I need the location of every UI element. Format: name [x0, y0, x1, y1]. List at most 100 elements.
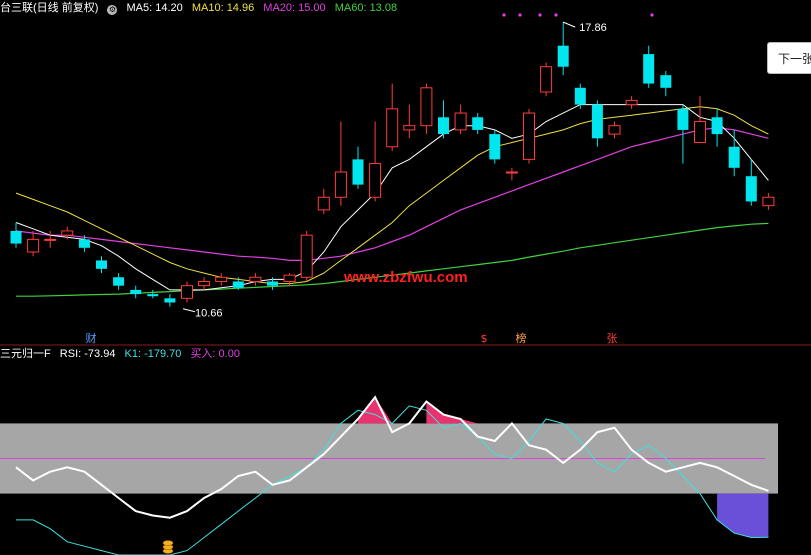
candle-body — [113, 277, 125, 286]
candle — [608, 121, 621, 139]
top-marker-dot — [650, 13, 654, 17]
candle — [164, 294, 176, 307]
candle — [625, 96, 638, 109]
watermark-text: www.zbzfwu.com — [343, 269, 468, 286]
low-arrow — [182, 308, 196, 313]
high-price-label: 17.86 — [579, 22, 607, 34]
candle-body — [454, 112, 467, 131]
k1-label: K1: -179.70 — [124, 348, 182, 360]
candle-body — [745, 176, 757, 202]
oversold-fill — [717, 493, 769, 538]
candle-body — [557, 45, 569, 67]
candle — [454, 104, 467, 135]
candle — [113, 273, 125, 290]
candle-body — [267, 281, 278, 286]
candle — [300, 230, 313, 282]
candle-body — [27, 238, 40, 253]
event-marker: 张 — [607, 332, 618, 345]
top-marker-dot — [502, 13, 506, 17]
top-marker-dot — [538, 13, 542, 17]
event-marker: 财 — [86, 331, 97, 345]
stock-chart: 17.86 10.66 www.zbzfwu.com 财 $ 榜 张 — [0, 13, 811, 555]
candle-body — [249, 276, 262, 282]
candle — [438, 100, 449, 139]
candle-body — [403, 125, 416, 131]
candle-body — [523, 112, 535, 160]
candle-body — [10, 230, 22, 244]
candle — [489, 129, 501, 164]
candle — [660, 70, 672, 97]
next-chart-button[interactable]: 下一张 — [767, 42, 811, 74]
candle — [334, 121, 347, 206]
candle-body — [198, 280, 211, 287]
candle — [130, 285, 142, 299]
candle-body — [334, 171, 347, 198]
ma5-label: MA5: 14.20 — [126, 2, 183, 14]
candle-body — [728, 146, 740, 168]
high-arrow — [563, 21, 576, 28]
candle — [198, 277, 211, 290]
candle-body — [283, 274, 296, 282]
candle-body — [660, 75, 672, 88]
buy-signal-icon — [162, 540, 174, 554]
ma20-label: MA20: 15.00 — [263, 2, 326, 14]
candle — [505, 167, 518, 181]
ma60-label: MA60: 13.08 — [334, 2, 398, 14]
candle-body — [677, 108, 689, 130]
candle-body — [540, 66, 553, 93]
candle — [420, 83, 433, 135]
candle-body — [96, 260, 107, 269]
candle — [762, 193, 775, 210]
candle-body — [369, 163, 382, 198]
candle — [403, 104, 416, 139]
candle-body — [44, 238, 57, 241]
candle — [10, 222, 22, 248]
settings-icon[interactable]: ⚙ — [107, 5, 118, 15]
candle-body — [438, 117, 449, 135]
candle — [147, 289, 159, 299]
candle — [249, 273, 262, 286]
candle — [369, 121, 382, 202]
candle-body — [232, 281, 244, 288]
candle-body — [147, 294, 159, 297]
candle — [386, 83, 399, 151]
candle — [728, 129, 740, 177]
candle-body — [78, 239, 90, 248]
candle — [557, 22, 569, 76]
candle-body — [472, 117, 484, 130]
indicator-title: 三元归一F — [0, 348, 51, 360]
candle — [215, 273, 228, 286]
candle — [745, 159, 757, 206]
candle-body — [762, 196, 775, 207]
overbought-fill — [426, 401, 478, 424]
candle-body — [420, 87, 433, 127]
candle-body — [61, 230, 74, 236]
candle — [317, 188, 330, 215]
candle-body — [643, 54, 655, 84]
candle-body — [352, 159, 364, 185]
buy-label: 买入: 0.00 — [190, 348, 240, 360]
candle — [181, 281, 193, 303]
event-marker: 榜 — [516, 331, 527, 345]
candle-body — [215, 276, 228, 282]
rsi-label: RSI: -73.94 — [59, 348, 116, 360]
candle — [523, 108, 535, 164]
candle-body — [489, 134, 501, 160]
candle — [540, 62, 553, 97]
candle-body — [130, 289, 142, 295]
candle — [643, 45, 655, 88]
candle — [27, 230, 40, 257]
candle-body — [300, 234, 313, 278]
candle-body — [694, 120, 706, 144]
top-marker-dot — [518, 13, 522, 17]
candle — [711, 108, 723, 147]
low-price-label: 10.66 — [195, 308, 223, 320]
candle-body — [317, 196, 330, 211]
top-chart-header: 台三联(日线 前复权) ⚙ MA5: 14.20 MA10: 14.96 MA2… — [0, 1, 403, 15]
candle-body — [505, 171, 518, 174]
candle — [352, 146, 364, 189]
candle — [677, 104, 689, 164]
candle — [694, 96, 706, 144]
candle-body — [574, 87, 586, 105]
candle-body — [711, 117, 723, 135]
